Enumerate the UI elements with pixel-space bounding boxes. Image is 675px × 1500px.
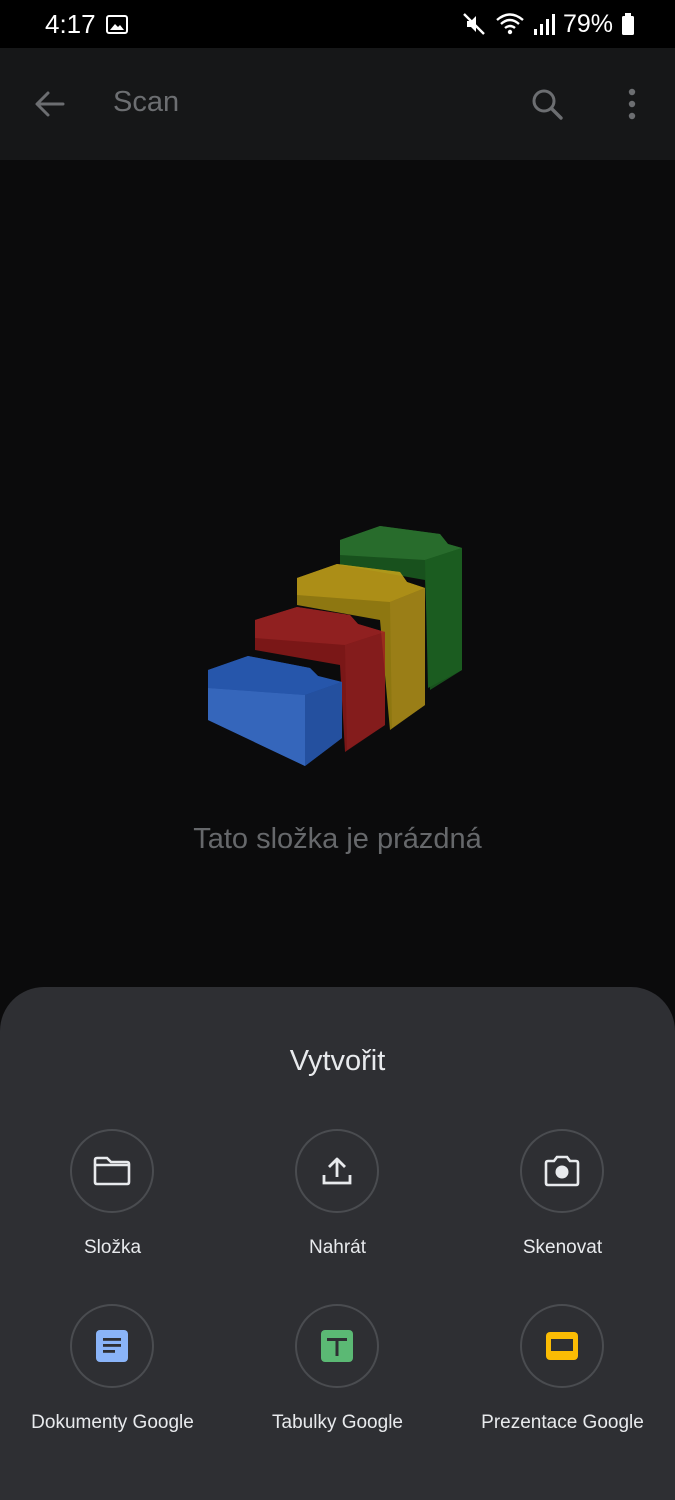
- scan-option[interactable]: Skenovat: [450, 1129, 675, 1279]
- google-slides-button[interactable]: [520, 1304, 604, 1388]
- google-slides-icon: [546, 1332, 578, 1360]
- search-button[interactable]: [522, 79, 572, 129]
- google-slides-label: Prezentace Google: [481, 1412, 644, 1433]
- empty-folder-message: Tato složka je prázdná: [193, 823, 482, 855]
- screen: 4:17 79% Scan Tato složka je prázdná Vyt…: [0, 0, 675, 1500]
- back-button[interactable]: [26, 80, 74, 128]
- google-docs-label: Dokumenty Google: [31, 1412, 194, 1433]
- back-arrow-icon: [35, 91, 65, 117]
- google-docs-option[interactable]: Dokumenty Google: [0, 1304, 225, 1454]
- status-time: 4:17: [45, 8, 96, 39]
- app-bar: Scan: [0, 48, 675, 160]
- google-slides-option[interactable]: Prezentace Google: [450, 1304, 675, 1454]
- upload-button[interactable]: [295, 1129, 379, 1213]
- wifi-icon: [496, 13, 524, 35]
- scan-label: Skenovat: [522, 1237, 603, 1258]
- more-vert-icon: [628, 88, 636, 120]
- google-sheets-option[interactable]: Tabulky Google: [225, 1304, 450, 1454]
- sheet-title: Vytvořit: [289, 1045, 386, 1077]
- create-bottom-sheet: Vytvořit Složka Nahrát Skenovat Dokument…: [0, 987, 675, 1500]
- google-docs-icon: [96, 1330, 128, 1362]
- upload-option[interactable]: Nahrát: [225, 1129, 450, 1279]
- status-icons: 79%: [461, 10, 635, 39]
- create-folder-button[interactable]: [70, 1129, 154, 1213]
- battery-percent: 79%: [562, 9, 613, 38]
- blue-folder-shape: [208, 656, 342, 766]
- google-docs-button[interactable]: [70, 1304, 154, 1388]
- empty-folders-illustration: [208, 526, 462, 766]
- signal-icon: [533, 14, 555, 35]
- scan-button[interactable]: [520, 1129, 604, 1213]
- upload-icon: [322, 1157, 352, 1185]
- more-options-button[interactable]: [608, 79, 656, 129]
- google-sheets-label: Tabulky Google: [272, 1412, 403, 1433]
- camera-icon: [544, 1155, 580, 1187]
- google-sheets-icon: [321, 1330, 353, 1362]
- page-title: Scan: [113, 86, 180, 118]
- image-icon: [105, 14, 128, 34]
- status-bar: 4:17 79%: [0, 0, 675, 48]
- folder-icon: [93, 1156, 131, 1186]
- search-icon: [532, 89, 563, 120]
- create-folder-option[interactable]: Složka: [0, 1129, 225, 1279]
- battery-icon: [622, 13, 634, 35]
- create-folder-label: Složka: [83, 1237, 142, 1258]
- upload-label: Nahrát: [308, 1237, 367, 1258]
- google-sheets-button[interactable]: [295, 1304, 379, 1388]
- mute-icon: [463, 13, 485, 35]
